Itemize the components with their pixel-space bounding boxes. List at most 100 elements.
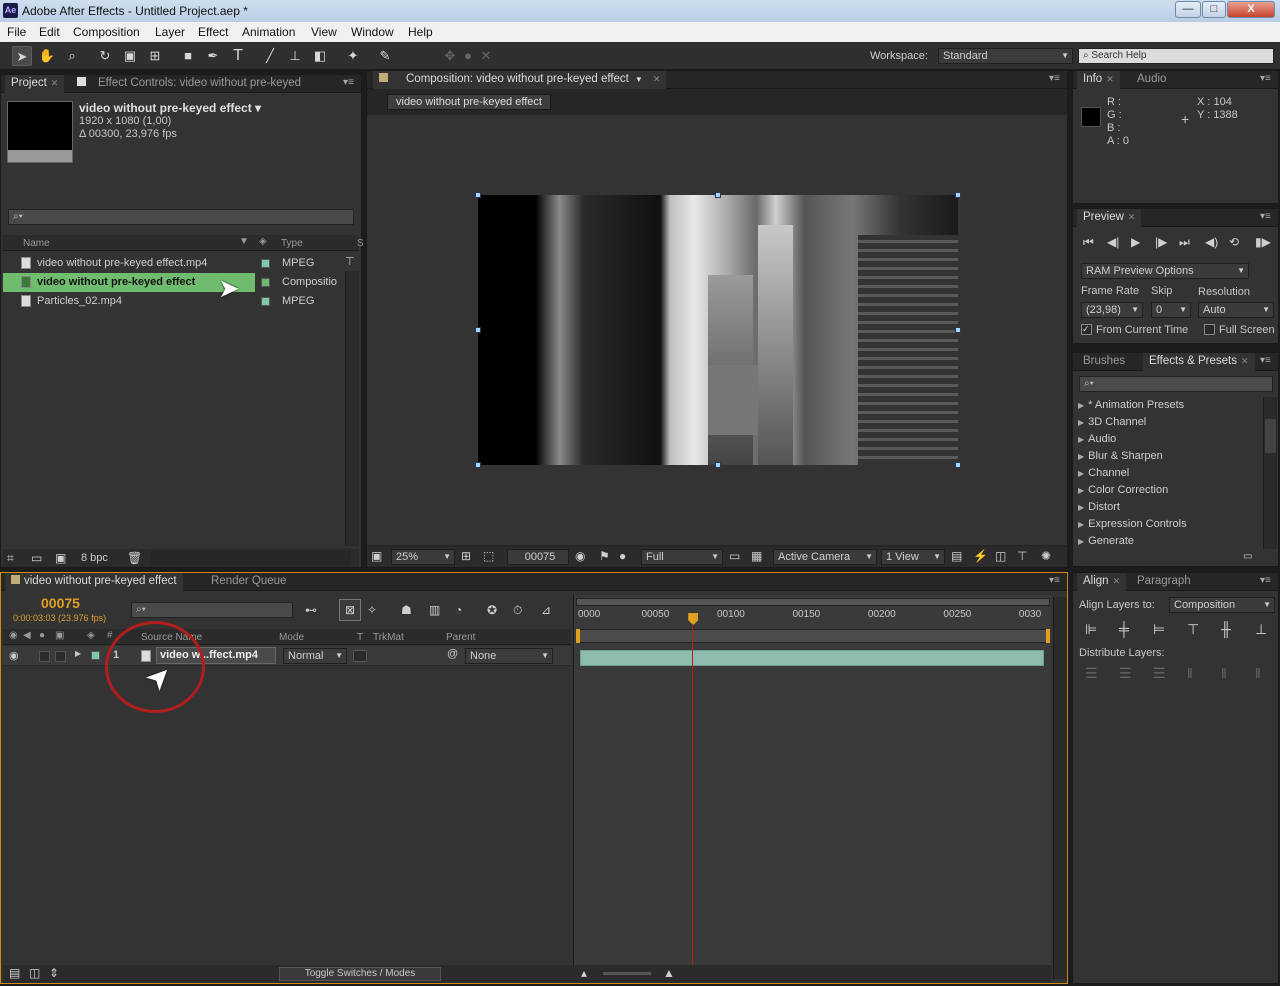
menu-animation[interactable]: Animation [242, 25, 295, 39]
exposure-icon[interactable]: ✺ [1041, 549, 1051, 563]
fx-category[interactable]: ▶ Expression Controls [1078, 516, 1187, 533]
tab-brushes[interactable]: Brushes [1077, 353, 1131, 371]
project-item-row[interactable]: Particles_02.mp4 MPEG [1, 292, 345, 311]
fx-category[interactable]: ▶ 3D Channel [1078, 414, 1146, 431]
menu-view[interactable]: View [311, 25, 337, 39]
close-icon[interactable]: ✕ [1128, 212, 1136, 222]
motion-blur-icon[interactable]: ◔ [455, 603, 462, 617]
close-icon[interactable]: ✕ [1113, 576, 1121, 586]
zoom-tool-icon[interactable]: ⌕ [62, 46, 82, 66]
tab-project[interactable]: Project ✕ [5, 75, 65, 93]
menu-edit[interactable]: Edit [39, 25, 60, 39]
expand-triangle-icon[interactable]: ▶ [75, 649, 81, 658]
transform-handle[interactable] [475, 327, 481, 333]
work-area-bar[interactable] [576, 629, 1050, 643]
project-scrollbar[interactable] [345, 271, 359, 546]
menu-composition[interactable]: Composition [73, 25, 140, 39]
new-folder-icon[interactable]: ▭ [1243, 551, 1252, 562]
brush-tool-icon[interactable]: ╱ [260, 46, 280, 66]
item-name[interactable]: video without pre-keyed effect ▾ [79, 101, 261, 115]
zoom-select[interactable]: 25% ▼ [391, 549, 455, 565]
mask-visibility-icon[interactable]: ⬚ [483, 549, 494, 563]
tab-paragraph[interactable]: Paragraph [1131, 573, 1197, 591]
project-item-row[interactable]: video without pre-keyed effect.mp4 MPEG [1, 254, 345, 273]
chevron-down-icon[interactable]: ▼ [635, 75, 643, 84]
timeline-search-input[interactable]: ⌕▾ [131, 602, 293, 618]
close-icon[interactable]: ✕ [1241, 356, 1249, 366]
comp-timecode[interactable]: 00075 [507, 549, 569, 565]
tab-align[interactable]: Align ✕ [1077, 573, 1127, 591]
zoom-in-icon[interactable]: ▲ [663, 966, 675, 980]
col-trkmat[interactable]: TrkMat [373, 632, 404, 643]
expand-triangle-icon[interactable]: ▶ [1078, 452, 1084, 461]
comp-viewer[interactable] [367, 115, 1067, 545]
align-to-select[interactable]: Composition ▼ [1169, 597, 1275, 613]
next-frame-icon[interactable]: |▶ [1155, 235, 1167, 249]
expand-triangle-icon[interactable]: ▶ [1078, 435, 1084, 444]
draft-3d-icon[interactable]: ✧ [367, 603, 377, 617]
panel-menu-icon[interactable]: ▾≡ [1260, 576, 1274, 586]
align-left-icon[interactable]: ⊫ [1085, 621, 1097, 638]
full-screen-checkbox[interactable] [1204, 324, 1215, 335]
expand-triangle-icon[interactable]: ▶ [1078, 486, 1084, 495]
rectangle-tool-icon[interactable]: ■ [178, 46, 198, 66]
comp-flowchart-tab[interactable]: video without pre-keyed effect [387, 94, 551, 110]
frame-rate-select[interactable]: (23,98) ▼ [1081, 302, 1143, 318]
tab-effect-controls[interactable]: Effect Controls: video without pre-keyed [71, 75, 307, 93]
timeline-graph-area[interactable]: 0000 00050 00100 00150 00200 00250 0030 [573, 595, 1051, 979]
tab-audio[interactable]: Audio [1131, 71, 1172, 89]
project-item-row-selected[interactable]: video without pre-keyed effect Compositi… [1, 273, 345, 301]
transform-handle[interactable] [475, 462, 481, 468]
zoom-slider[interactable] [603, 972, 651, 975]
col-parent[interactable]: Parent [446, 632, 475, 643]
fx-category[interactable]: ▶ Generate [1078, 533, 1134, 550]
transform-handle[interactable] [955, 327, 961, 333]
workspace-select[interactable]: Standard ▼ [938, 48, 1073, 64]
tab-preview[interactable]: Preview ✕ [1077, 209, 1142, 227]
close-button[interactable]: X [1227, 1, 1275, 18]
fast-previews-icon[interactable]: ⚡ [973, 549, 988, 563]
lock-checkbox[interactable] [55, 651, 66, 662]
effects-search-input[interactable]: ⌕▾ [1079, 376, 1273, 392]
close-icon[interactable]: ✕ [653, 74, 661, 84]
interpret-footage-icon[interactable]: ⌗ [7, 551, 14, 566]
current-time-indicator[interactable] [688, 613, 699, 979]
menu-window[interactable]: Window [351, 25, 394, 39]
menu-file[interactable]: File [7, 25, 26, 39]
always-preview-icon[interactable]: ▣ [371, 549, 382, 563]
hide-shy-layers-icon[interactable]: ☗ [401, 603, 412, 617]
last-frame-icon[interactable]: ⏭ [1179, 235, 1190, 250]
transform-handle[interactable] [475, 192, 481, 198]
close-icon[interactable]: ✕ [51, 78, 59, 88]
transform-handle[interactable] [955, 192, 961, 198]
from-current-time-checkbox[interactable]: ✓ [1081, 324, 1092, 335]
live-update-icon[interactable]: ⊠ [339, 599, 361, 621]
channel-icon[interactable]: ● [619, 549, 626, 563]
brainstorm-icon[interactable]: ✪ [487, 603, 497, 617]
col-name[interactable]: Name [23, 238, 50, 249]
comp-flowchart-icon[interactable]: ⊤ [1017, 549, 1027, 563]
align-vertical-center-icon[interactable]: ╫ [1221, 621, 1231, 637]
play-icon[interactable]: ▶ [1131, 235, 1140, 249]
panel-menu-icon[interactable]: ▾≡ [343, 78, 357, 88]
expand-triangle-icon[interactable]: ▶ [1078, 418, 1084, 427]
fx-category[interactable]: ▶ Blur & Sharpen [1078, 448, 1163, 465]
panel-menu-icon[interactable]: ▾≡ [1260, 212, 1274, 222]
camera-select[interactable]: Active Camera ▼ [773, 549, 877, 565]
sort-icon[interactable]: ▼ [239, 236, 249, 247]
expand-transfer-controls-icon[interactable]: ◫ [29, 966, 40, 980]
auto-keyframe-icon[interactable]: ⏱ [513, 603, 522, 618]
fx-category[interactable]: ▶ * Animation Presets [1078, 397, 1184, 414]
project-bpc[interactable]: 8 bpc [81, 552, 108, 564]
flowchart-icon[interactable]: ⊤ [345, 255, 359, 269]
new-composition-icon[interactable]: ▣ [55, 551, 66, 565]
expand-triangle-icon[interactable]: ▶ [1078, 401, 1084, 410]
tab-render-queue[interactable]: Render Queue [205, 573, 292, 591]
new-folder-icon[interactable]: ▭ [31, 551, 42, 565]
close-icon[interactable]: ✕ [1106, 74, 1114, 84]
transform-handle[interactable] [715, 192, 721, 198]
frame-blending-icon[interactable]: ▥ [429, 603, 440, 617]
blend-mode-select[interactable]: Normal ▼ [283, 648, 347, 664]
skip-select[interactable]: 0 ▼ [1151, 302, 1191, 318]
project-search-input[interactable]: ⌕▾ [8, 209, 354, 225]
